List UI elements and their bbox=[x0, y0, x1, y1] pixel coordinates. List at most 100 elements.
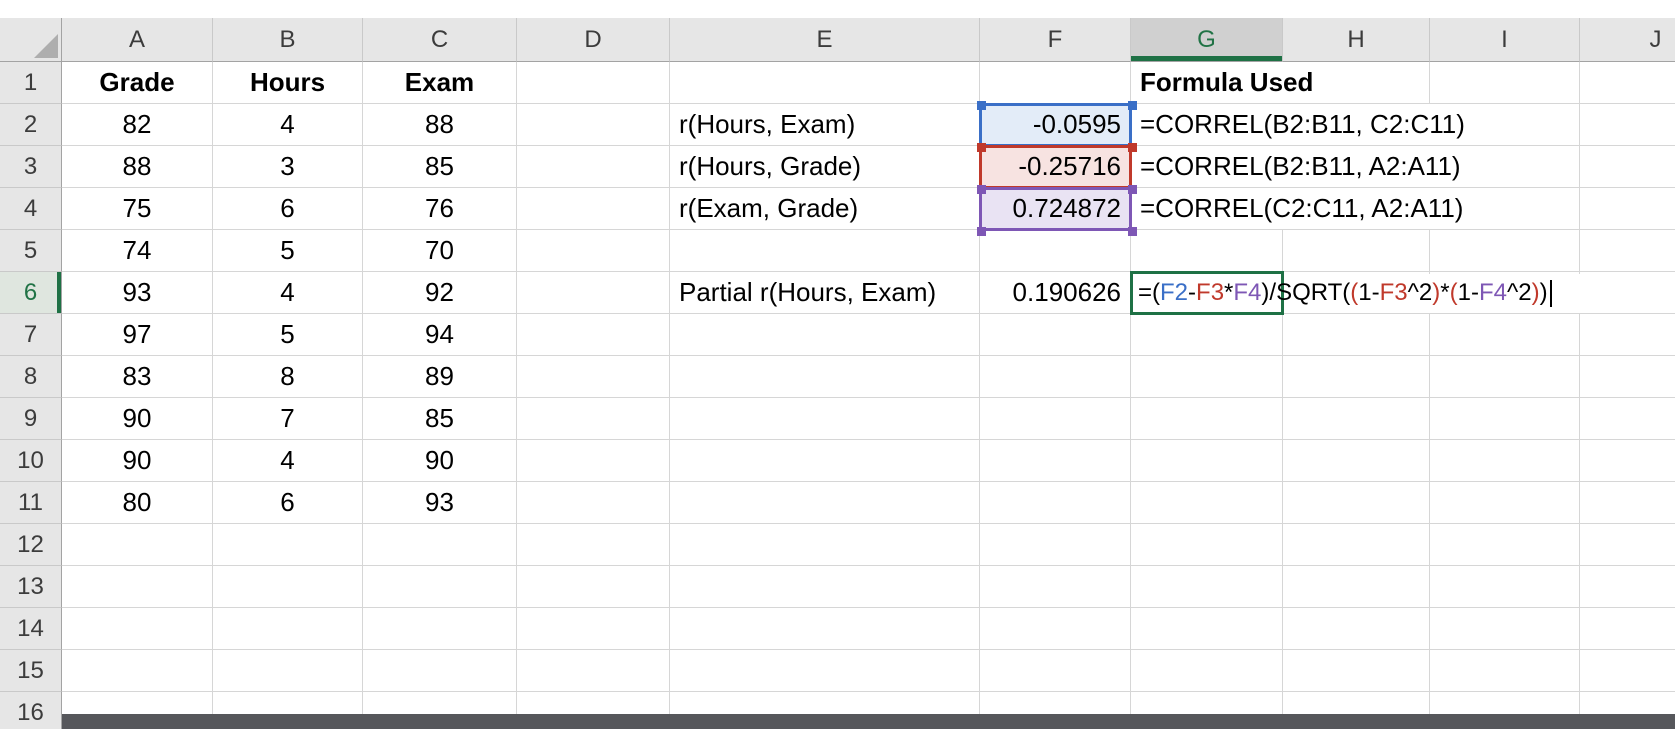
cell-F10[interactable] bbox=[980, 440, 1131, 482]
row-header-12[interactable]: 12 bbox=[0, 524, 62, 566]
cell-F11[interactable] bbox=[980, 482, 1131, 524]
select-all-corner[interactable] bbox=[0, 18, 62, 62]
cell-F14[interactable] bbox=[980, 608, 1131, 650]
cell-G4[interactable]: =CORREL(C2:C11, A2:A11) bbox=[1131, 188, 1463, 230]
cell-C7[interactable]: 94 bbox=[363, 314, 517, 356]
cell-B10[interactable]: 4 bbox=[213, 440, 363, 482]
cell-F7[interactable] bbox=[980, 314, 1131, 356]
cell-H3[interactable] bbox=[1283, 146, 1430, 188]
column-header-C[interactable]: C bbox=[363, 18, 517, 62]
cell-E9[interactable] bbox=[670, 398, 980, 440]
cell-A8[interactable]: 83 bbox=[62, 356, 213, 398]
row-header-8[interactable]: 8 bbox=[0, 356, 62, 398]
cell-C4[interactable]: 76 bbox=[363, 188, 517, 230]
cell-J5[interactable] bbox=[1580, 230, 1675, 272]
row-header-2[interactable]: 2 bbox=[0, 104, 62, 146]
cell-G1[interactable]: Formula Used bbox=[1131, 62, 1313, 104]
cell-C2[interactable]: 88 bbox=[363, 104, 517, 146]
cell-C14[interactable] bbox=[363, 608, 517, 650]
cell-F13[interactable] bbox=[980, 566, 1131, 608]
cell-A13[interactable] bbox=[62, 566, 213, 608]
row-header-6[interactable]: 6 bbox=[0, 272, 62, 314]
cell-H2[interactable] bbox=[1283, 104, 1430, 146]
cell-H7[interactable] bbox=[1283, 314, 1430, 356]
cell-J4[interactable] bbox=[1580, 188, 1675, 230]
cell-B13[interactable] bbox=[213, 566, 363, 608]
cell-B6[interactable]: 4 bbox=[213, 272, 363, 314]
cell-A4[interactable]: 75 bbox=[62, 188, 213, 230]
cell-D6[interactable] bbox=[517, 272, 670, 314]
cell-E11[interactable] bbox=[670, 482, 980, 524]
cell-E6[interactable]: Partial r(Hours, Exam) bbox=[670, 272, 980, 314]
cell-J13[interactable] bbox=[1580, 566, 1675, 608]
cell-J15[interactable] bbox=[1580, 650, 1675, 692]
cell-F4[interactable]: 0.724872 bbox=[980, 188, 1131, 230]
cell-E1[interactable] bbox=[670, 62, 980, 104]
cell-H10[interactable] bbox=[1283, 440, 1430, 482]
row-header-7[interactable]: 7 bbox=[0, 314, 62, 356]
cell-G8[interactable] bbox=[1131, 356, 1283, 398]
row-header-14[interactable]: 14 bbox=[0, 608, 62, 650]
formula-text[interactable]: =(F2- F3 * F4)/SQRT((1- F3 ^2) *(1- F4 ^2)) bbox=[1138, 272, 1552, 314]
cell-I4[interactable] bbox=[1430, 188, 1580, 230]
cell-C8[interactable]: 89 bbox=[363, 356, 517, 398]
column-header-D[interactable]: D bbox=[517, 18, 670, 62]
cell-D4[interactable] bbox=[517, 188, 670, 230]
cell-F8[interactable] bbox=[980, 356, 1131, 398]
cell-C13[interactable] bbox=[363, 566, 517, 608]
cell-D9[interactable] bbox=[517, 398, 670, 440]
cell-D8[interactable] bbox=[517, 356, 670, 398]
cell-D1[interactable] bbox=[517, 62, 670, 104]
cell-H9[interactable] bbox=[1283, 398, 1430, 440]
cell-F1[interactable] bbox=[980, 62, 1131, 104]
cell-C11[interactable]: 93 bbox=[363, 482, 517, 524]
cell-J1[interactable] bbox=[1580, 62, 1675, 104]
cell-D10[interactable] bbox=[517, 440, 670, 482]
row-header-5[interactable]: 5 bbox=[0, 230, 62, 272]
cell-I8[interactable] bbox=[1430, 356, 1580, 398]
row-header-9[interactable]: 9 bbox=[0, 398, 62, 440]
cell-F12[interactable] bbox=[980, 524, 1131, 566]
cell-F2[interactable]: -0.0595 bbox=[980, 104, 1131, 146]
cell-B2[interactable]: 4 bbox=[213, 104, 363, 146]
cell-B4[interactable]: 6 bbox=[213, 188, 363, 230]
cell-C6[interactable]: 92 bbox=[363, 272, 517, 314]
cell-J8[interactable] bbox=[1580, 356, 1675, 398]
cell-E14[interactable] bbox=[670, 608, 980, 650]
cell-B1[interactable]: Hours bbox=[213, 62, 363, 104]
cell-C1[interactable]: Exam bbox=[363, 62, 517, 104]
cell-D5[interactable] bbox=[517, 230, 670, 272]
cell-D3[interactable] bbox=[517, 146, 670, 188]
cell-F5[interactable] bbox=[980, 230, 1131, 272]
cell-E3[interactable]: r(Hours, Grade) bbox=[670, 146, 980, 188]
cell-G2[interactable]: =CORREL(B2:B11, C2:C11) bbox=[1131, 104, 1465, 146]
cell-F9[interactable] bbox=[980, 398, 1131, 440]
cell-H15[interactable] bbox=[1283, 650, 1430, 692]
cell-I9[interactable] bbox=[1430, 398, 1580, 440]
cell-H12[interactable] bbox=[1283, 524, 1430, 566]
cell-C5[interactable]: 70 bbox=[363, 230, 517, 272]
cell-I11[interactable] bbox=[1430, 482, 1580, 524]
cell-D13[interactable] bbox=[517, 566, 670, 608]
cell-D15[interactable] bbox=[517, 650, 670, 692]
cell-J3[interactable] bbox=[1580, 146, 1675, 188]
cell-D11[interactable] bbox=[517, 482, 670, 524]
column-header-J[interactable]: J bbox=[1580, 18, 1675, 62]
cell-I14[interactable] bbox=[1430, 608, 1580, 650]
cell-A3[interactable]: 88 bbox=[62, 146, 213, 188]
cell-D14[interactable] bbox=[517, 608, 670, 650]
cell-J12[interactable] bbox=[1580, 524, 1675, 566]
column-header-A[interactable]: A bbox=[62, 18, 213, 62]
row-header-3[interactable]: 3 bbox=[0, 146, 62, 188]
cell-G7[interactable] bbox=[1131, 314, 1283, 356]
cell-G11[interactable] bbox=[1131, 482, 1283, 524]
cell-C12[interactable] bbox=[363, 524, 517, 566]
cell-A15[interactable] bbox=[62, 650, 213, 692]
cell-F6[interactable]: 0.190626 bbox=[980, 272, 1131, 314]
cell-G15[interactable] bbox=[1131, 650, 1283, 692]
cell-J14[interactable] bbox=[1580, 608, 1675, 650]
cell-G14[interactable] bbox=[1131, 608, 1283, 650]
cell-H4[interactable] bbox=[1283, 188, 1430, 230]
cell-I3[interactable] bbox=[1430, 146, 1580, 188]
row-header-13[interactable]: 13 bbox=[0, 566, 62, 608]
